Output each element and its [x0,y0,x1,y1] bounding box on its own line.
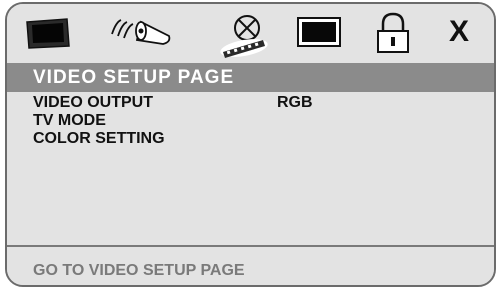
exit-icon[interactable]: X [443,12,475,58]
menu-item-label: COLOR SETTING [33,130,165,147]
status-bar: GO TO VIDEO SETUP PAGE [7,245,494,285]
menu-item-color-setting[interactable]: COLOR SETTING [33,130,473,148]
video-setup-menu: VIDEO OUTPUT RGB TV MODE COLOR SETTING [33,94,473,148]
video-setup-icon[interactable] [217,12,273,58]
menu-item-label: VIDEO OUTPUT [33,94,154,111]
menu-item-video-output[interactable]: VIDEO OUTPUT RGB [33,94,473,112]
menu-item-label: TV MODE [33,112,106,129]
page-title: VIDEO SETUP PAGE [33,67,235,88]
menu-item-tv-mode[interactable]: TV MODE [33,112,473,130]
page-title-bar: VIDEO SETUP PAGE [7,63,494,92]
general-setup-icon[interactable] [21,12,73,58]
password-lock-icon[interactable] [373,12,413,58]
exit-icon-glyph: X [448,15,469,48]
osd-setup-window: X VIDEO SETUP PAGE VIDEO OUTPUT RGB TV M… [5,2,496,287]
setup-icon-bar: X [7,4,494,62]
menu-item-value: RGB [277,94,313,111]
status-text: GO TO VIDEO SETUP PAGE [33,262,245,279]
preference-icon[interactable] [293,12,345,58]
audio-setup-icon[interactable] [107,12,177,58]
